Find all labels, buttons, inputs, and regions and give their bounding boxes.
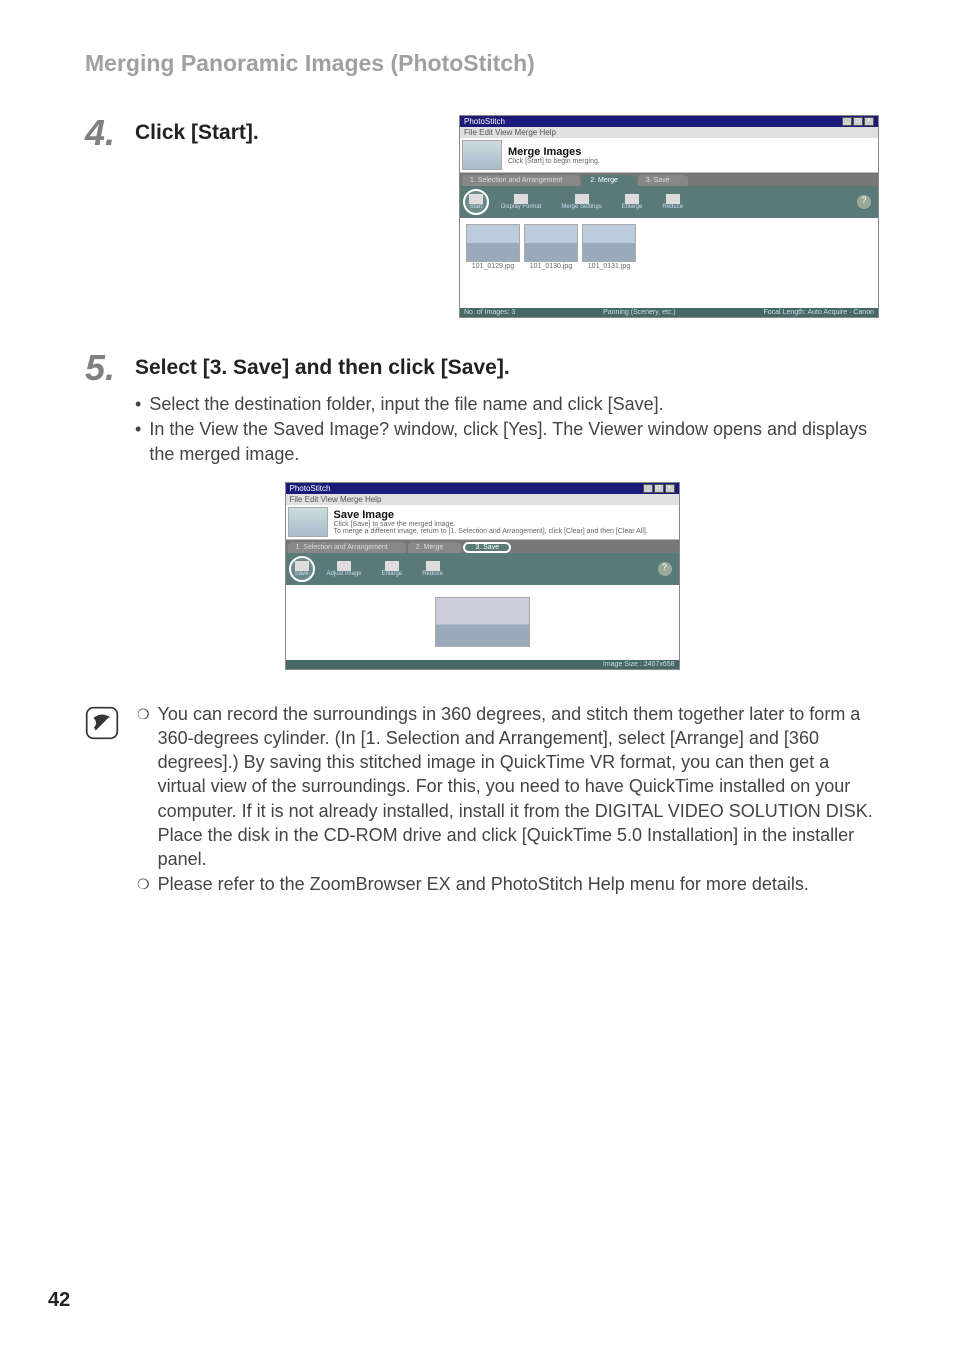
adjust-tool: Adjust Image bbox=[319, 559, 370, 579]
close-icon: × bbox=[665, 484, 675, 493]
close-icon: × bbox=[864, 117, 874, 126]
start-button-highlight: Start bbox=[463, 189, 489, 215]
start-icon bbox=[469, 194, 483, 204]
step-4: 4. Click [Start]. bbox=[85, 115, 259, 151]
section-subtitle: Click [Start] to begin merging. bbox=[508, 158, 600, 165]
enlarge-tool: Enlarge bbox=[614, 192, 651, 212]
reduce-tool: Reduce bbox=[654, 192, 691, 212]
save-tab-selection: 1. Selection and Arrangement bbox=[288, 542, 406, 553]
save-section-title: Save Image bbox=[334, 509, 648, 521]
window-titlebar: PhotoStitch _ □ × bbox=[460, 116, 878, 127]
bullet-circle-icon: ❍ bbox=[137, 702, 150, 872]
help-icon: ? bbox=[857, 195, 871, 209]
start-label: Start bbox=[470, 204, 483, 210]
step-5-number: 5. bbox=[85, 350, 123, 386]
status-mode: Panning (Scenery, etc.) bbox=[603, 309, 676, 316]
save-enlarge-tool: Enlarge bbox=[374, 559, 411, 579]
minimize-icon: _ bbox=[643, 484, 653, 493]
note-icon bbox=[85, 706, 119, 740]
section-thumbnail bbox=[462, 140, 502, 170]
tab-selection: 1. Selection and Arrangement bbox=[462, 175, 580, 186]
save-icon bbox=[295, 561, 309, 571]
merge-settings-tool: Merge Settings bbox=[553, 192, 609, 212]
step-4-number: 4. bbox=[85, 115, 123, 151]
section-title: Merge Images bbox=[508, 146, 600, 158]
tab-merge: 2. Merge bbox=[582, 175, 636, 186]
image-thumb-1: 101_0129.jpg bbox=[466, 224, 520, 270]
step-5: 5. Select [3. Save] and then click [Save… bbox=[85, 350, 879, 386]
tabs-bar: 1. Selection and Arrangement 2. Merge 3.… bbox=[460, 173, 878, 186]
save-window-titlebar: PhotoStitch _ □ × bbox=[286, 483, 679, 494]
page-number: 42 bbox=[48, 1289, 70, 1312]
save-status-bar: Image Size : 2407x658 bbox=[286, 660, 679, 669]
note-item-2: ❍ Please refer to the ZoomBrowser EX and… bbox=[137, 872, 879, 896]
image-thumb-3: 101_0131.jpg bbox=[582, 224, 636, 270]
bullet-circle-icon: ❍ bbox=[137, 872, 150, 896]
save-reduce-tool: Reduce bbox=[414, 559, 451, 579]
save-label: Save bbox=[295, 571, 309, 577]
merge-window-screenshot: PhotoStitch _ □ × File Edit View Merge H… bbox=[459, 115, 879, 318]
image-thumb-2: 101_0130.jpg bbox=[524, 224, 578, 270]
save-help-icon: ? bbox=[658, 562, 672, 576]
note-item-1: ❍ You can record the surroundings in 360… bbox=[137, 702, 879, 872]
toolbar: Start Display Format Merge Settings Enla… bbox=[460, 186, 878, 218]
display-tool: Display Format bbox=[493, 192, 549, 212]
save-toolbar: Save Adjust Image Enlarge Reduce ? bbox=[286, 553, 679, 585]
minimize-icon: _ bbox=[842, 117, 852, 126]
maximize-icon: □ bbox=[853, 117, 863, 126]
step-5-title: Select [3. Save] and then click [Save]. bbox=[135, 350, 510, 380]
save-section-thumbnail bbox=[288, 507, 328, 537]
merged-preview bbox=[435, 597, 530, 647]
maximize-icon: □ bbox=[654, 484, 664, 493]
step-4-title: Click [Start]. bbox=[135, 115, 259, 145]
save-tab-merge: 2. Merge bbox=[408, 542, 462, 553]
save-window-screenshot: PhotoStitch _ □ × File Edit View Merge H… bbox=[285, 482, 680, 670]
tab-save: 3. Save bbox=[638, 175, 688, 186]
save-window-app-title: PhotoStitch bbox=[290, 484, 331, 493]
page-header-title: Merging Panoramic Images (PhotoStitch) bbox=[85, 50, 879, 77]
status-bar: No. of Images: 3 Panning (Scenery, etc.)… bbox=[460, 308, 878, 317]
status-focal: Focal Length: Auto Acquire · Canon bbox=[763, 309, 874, 316]
save-window-menubar: File Edit View Merge Help bbox=[286, 494, 679, 505]
save-section-sub2: To merge a different image, return to [1… bbox=[334, 528, 648, 535]
window-menubar: File Edit View Merge Help bbox=[460, 127, 878, 138]
step-5-bullet-2: •In the View the Saved Image? window, cl… bbox=[135, 417, 879, 467]
save-button-highlight: Save bbox=[289, 556, 315, 582]
save-section-sub1: Click [Save] to save the merged image. bbox=[334, 521, 648, 528]
save-tab-save-highlight: 3. Save bbox=[463, 542, 511, 553]
window-app-title: PhotoStitch bbox=[464, 117, 505, 126]
step-5-bullet-1: •Select the destination folder, input th… bbox=[135, 392, 879, 417]
save-tabs-bar: 1. Selection and Arrangement 2. Merge 3.… bbox=[286, 540, 679, 553]
status-count: No. of Images: 3 bbox=[464, 309, 515, 316]
